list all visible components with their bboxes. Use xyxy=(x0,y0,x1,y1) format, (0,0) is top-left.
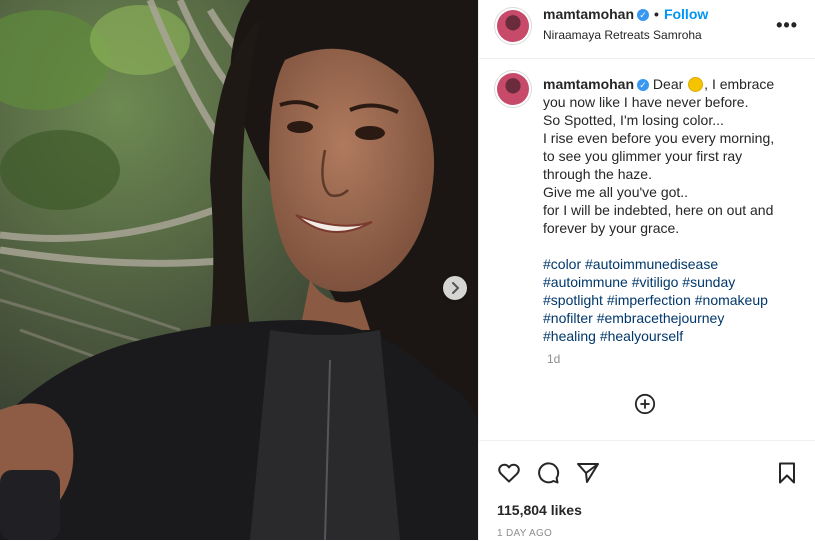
avatar[interactable] xyxy=(497,73,529,105)
caption-line: forever by your grace. xyxy=(543,220,680,236)
post-photo[interactable] xyxy=(0,0,478,540)
chevron-right-icon xyxy=(452,282,459,294)
selfie-image xyxy=(0,0,478,540)
instagram-post: mamtamohan ✓ • Follow Niraamaya Retreats Sa… xyxy=(0,0,815,540)
username-link[interactable]: mamtamohan xyxy=(543,6,634,22)
caption-username-link[interactable]: mamtamohan xyxy=(543,76,634,92)
hashtags: #color #autoimmunedisease #autoimmune #v… xyxy=(543,255,799,345)
sun-emoji-icon xyxy=(689,78,703,91)
action-bar: 115,804 likes 1 DAY AGO xyxy=(479,440,815,541)
caption-line: for I will be indebted, here on out and xyxy=(543,202,774,218)
hashtag-line[interactable]: #autoimmune #vitiligo #sunday xyxy=(543,273,799,291)
heart-icon[interactable] xyxy=(497,461,521,485)
likes-count[interactable]: 115,804 likes xyxy=(497,502,582,518)
caption-text: Dear xyxy=(652,76,684,92)
comment-icon[interactable] xyxy=(536,461,560,485)
plus-circle-icon[interactable] xyxy=(634,393,656,415)
header-line: mamtamohan ✓ • Follow xyxy=(543,6,708,22)
verified-badge-icon: ✓ xyxy=(637,9,650,22)
caption-line: through the haze. xyxy=(543,166,652,182)
caption-line: I rise even before you every morning, xyxy=(543,130,775,146)
caption-line: Give me all you've got.. xyxy=(543,184,689,200)
follow-button[interactable]: Follow xyxy=(664,6,708,22)
verified-badge-icon: ✓ xyxy=(637,79,650,92)
hashtag-line[interactable]: #healing #healyourself xyxy=(543,327,799,345)
caption-line: you now like I have never before. xyxy=(543,94,749,110)
caption-line: to see you glimmer your first ray xyxy=(543,148,743,164)
caption-line: So Spotted, I'm losing color... xyxy=(543,112,724,128)
hashtag-line[interactable]: #color #autoimmunedisease xyxy=(543,255,799,273)
caption-first-line: mamtamohan ✓ Dear , I embrace xyxy=(543,75,799,93)
post-sidebar: mamtamohan ✓ • Follow Niraamaya Retreats Sa… xyxy=(478,0,815,540)
next-photo-button[interactable] xyxy=(443,276,467,300)
post-date[interactable]: 1 DAY AGO xyxy=(497,528,552,539)
caption-text: , I embrace xyxy=(704,76,775,92)
avatar[interactable] xyxy=(497,10,529,42)
caption-body: mamtamohan ✓ Dear , I embrace you now lik… xyxy=(543,75,799,345)
post-header: mamtamohan ✓ • Follow Niraamaya Retreats Sa… xyxy=(479,0,815,59)
separator-dot: • xyxy=(654,6,659,22)
hashtag-line[interactable]: #spotlight #imperfection #nomakeup xyxy=(543,291,799,309)
bookmark-icon[interactable] xyxy=(775,461,799,485)
location-link[interactable]: Niraamaya Retreats Samroha xyxy=(543,28,702,42)
more-options-button[interactable]: ••• xyxy=(776,15,798,36)
caption-timestamp[interactable]: 1d xyxy=(547,352,560,366)
paper-plane-icon[interactable] xyxy=(576,461,600,485)
hashtag-line[interactable]: #nofilter #embracethejourney xyxy=(543,309,799,327)
